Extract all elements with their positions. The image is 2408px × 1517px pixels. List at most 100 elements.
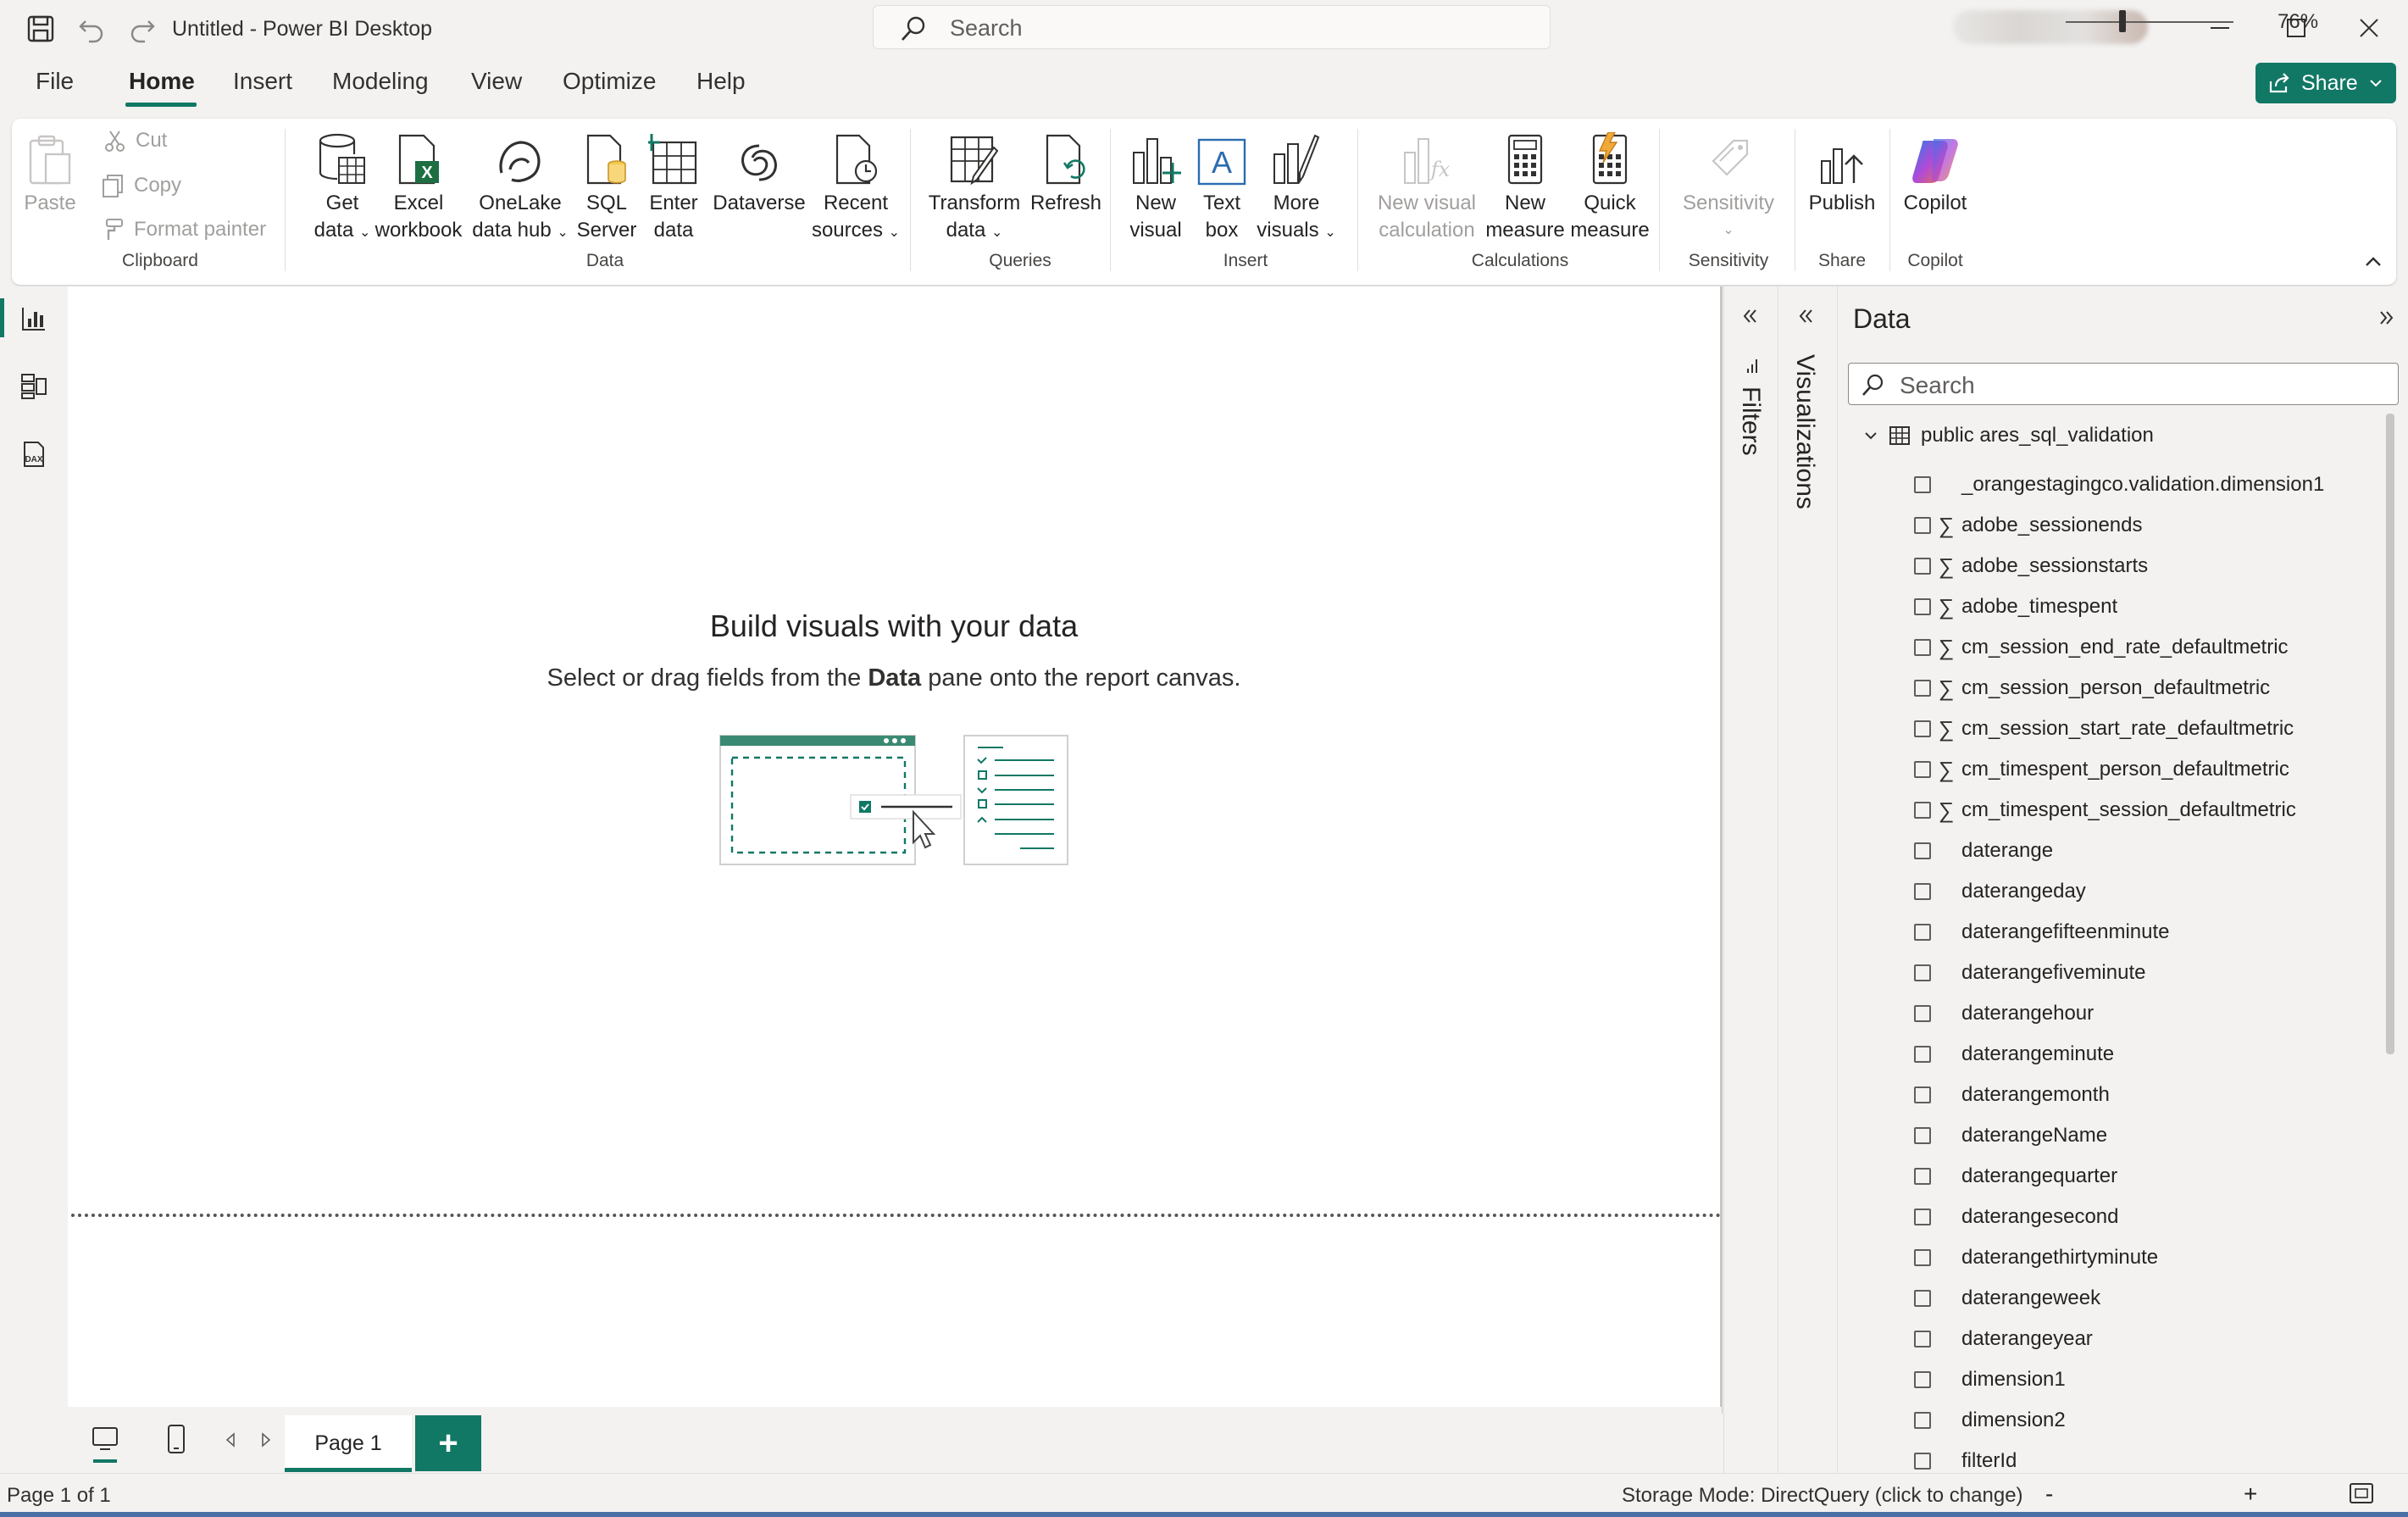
field-item[interactable]: daterangequarter [1914,1156,2389,1197]
field-checkbox[interactable] [1914,680,1931,697]
filters-pane-collapsed[interactable]: Filters [1723,286,1778,1473]
field-item[interactable]: daterangeminute [1914,1034,2389,1075]
quick-measure-button[interactable]: Quick measure [1567,125,1652,244]
refresh-button[interactable]: Refresh [1025,125,1107,217]
field-checkbox[interactable] [1914,1086,1931,1103]
menu-insert[interactable]: Insert [233,68,292,95]
field-item[interactable]: ∑ cm_session_person_defaultmetric [1914,668,2389,708]
add-page-button[interactable]: + [415,1415,481,1471]
menu-modeling[interactable]: Modeling [332,68,429,95]
field-item[interactable]: ∑ adobe_timespent [1914,586,2389,627]
field-item[interactable]: daterangemonth [1914,1075,2389,1115]
field-checkbox[interactable] [1914,924,1931,941]
text-box-button[interactable]: A Text box [1191,125,1252,244]
zoom-in-button[interactable]: + [2244,1481,2257,1508]
chevron-down-icon[interactable] [1863,428,1878,443]
new-visual-button[interactable]: New visual [1125,125,1186,244]
expand-filters-icon[interactable] [1741,307,1760,325]
field-checkbox[interactable] [1914,598,1931,615]
table-view-icon[interactable] [15,368,53,405]
transform-data-button[interactable]: Transform data ⌄ [922,125,1027,247]
scroll-tabs-left-icon[interactable] [224,1432,237,1448]
field-item[interactable]: daterangefiveminute [1914,953,2389,993]
field-item[interactable]: daterangefifteenminute [1914,912,2389,953]
copilot-button[interactable]: Copilot [1895,125,1976,217]
field-checkbox[interactable] [1914,1331,1931,1348]
minimize-icon[interactable] [2183,7,2257,49]
dax-query-view-icon[interactable]: DAX [15,436,53,473]
field-checkbox[interactable] [1914,639,1931,656]
field-item[interactable]: ∑ cm_session_end_rate_defaultmetric [1914,627,2389,668]
field-item[interactable]: daterange [1914,831,2389,871]
report-view-icon[interactable] [15,300,53,337]
menu-view[interactable]: View [471,68,522,95]
field-item[interactable]: daterangeName [1914,1115,2389,1156]
field-checkbox[interactable] [1914,1453,1931,1470]
share-button[interactable]: Share [2255,63,2396,103]
field-checkbox[interactable] [1914,802,1931,819]
title-search-box[interactable]: Search [873,5,1551,49]
field-checkbox[interactable] [1914,883,1931,900]
publish-button[interactable]: Publish [1801,125,1883,217]
zoom-slider-thumb[interactable] [2119,10,2127,32]
sql-server-button[interactable]: SQL Server [571,125,642,244]
field-item[interactable]: daterangeday [1914,871,2389,912]
enter-data-button[interactable]: Enter data [639,125,708,244]
visualizations-pane-collapsed[interactable]: Visualizations [1778,286,1837,1473]
menu-help[interactable]: Help [696,68,746,95]
onelake-data-hub-button[interactable]: OneLake data hub ⌄ [468,125,573,247]
field-checkbox[interactable] [1914,1412,1931,1429]
field-checkbox[interactable] [1914,842,1931,859]
field-item[interactable]: daterangeweek [1914,1278,2389,1319]
field-item[interactable]: ∑ adobe_sessionends [1914,505,2389,546]
field-checkbox[interactable] [1914,1005,1931,1022]
storage-mode-status[interactable]: Storage Mode: DirectQuery (click to chan… [1622,1484,2023,1508]
field-item[interactable]: _orangestagingco.validation.dimension1 [1914,464,2389,505]
field-item[interactable]: ∑ cm_session_start_rate_defaultmetric [1914,708,2389,749]
collapse-data-pane-icon[interactable] [2377,308,2395,327]
copy-button[interactable]: Copy [100,173,181,198]
field-checkbox[interactable] [1914,1168,1931,1185]
close-icon[interactable] [2332,7,2406,49]
field-item[interactable]: ∑ adobe_sessionstarts [1914,546,2389,586]
zoom-out-button[interactable]: - [2045,1481,2053,1508]
new-visual-calculation-button[interactable]: fx New visual calculation [1373,125,1481,244]
field-item[interactable]: daterangehour [1914,993,2389,1034]
field-checkbox[interactable] [1914,964,1931,981]
canvas-scrollbar[interactable] [1720,286,1723,1414]
collapse-ribbon-icon[interactable] [2364,253,2383,271]
field-checkbox[interactable] [1914,1249,1931,1266]
field-checkbox[interactable] [1914,1209,1931,1225]
data-search-input[interactable]: Search [1848,363,2399,405]
menu-file[interactable]: File [36,68,74,95]
field-checkbox[interactable] [1914,517,1931,534]
redo-icon[interactable] [124,10,161,47]
undo-icon[interactable] [73,10,110,47]
zoom-slider-track[interactable] [2066,21,2233,23]
field-item[interactable]: daterangesecond [1914,1197,2389,1237]
data-pane-scrollbar[interactable] [2386,414,2394,1054]
field-checkbox[interactable] [1914,476,1931,493]
field-checkbox[interactable] [1914,558,1931,575]
sensitivity-button[interactable]: Sensitivity ⌄ [1674,125,1783,244]
field-checkbox[interactable] [1914,1371,1931,1388]
recent-sources-button[interactable]: Recent sources ⌄ [802,125,910,247]
excel-workbook-button[interactable]: X Excel workbook [369,125,468,244]
field-checkbox[interactable] [1914,1046,1931,1063]
field-item[interactable]: ∑ cm_timespent_session_defaultmetric [1914,790,2389,831]
field-item[interactable]: daterangethirtyminute [1914,1237,2389,1278]
paste-button[interactable]: Paste [20,125,80,217]
menu-optimize[interactable]: Optimize [563,68,656,95]
expand-visualizations-icon[interactable] [1797,307,1816,325]
cut-button[interactable]: Cut [103,129,167,153]
mobile-layout-icon[interactable] [164,1424,188,1454]
field-item[interactable]: daterangeyear [1914,1319,2389,1359]
page-tab-page-1[interactable]: Page 1 [285,1415,412,1471]
menu-home[interactable]: Home [129,68,195,95]
save-icon[interactable] [22,10,59,47]
field-checkbox[interactable] [1914,761,1931,778]
field-checkbox[interactable] [1914,1127,1931,1144]
table-node[interactable]: public ares_sql_validation [1863,424,2154,447]
desktop-layout-icon[interactable] [90,1424,120,1454]
more-visuals-button[interactable]: More visuals ⌄ [1254,125,1339,247]
